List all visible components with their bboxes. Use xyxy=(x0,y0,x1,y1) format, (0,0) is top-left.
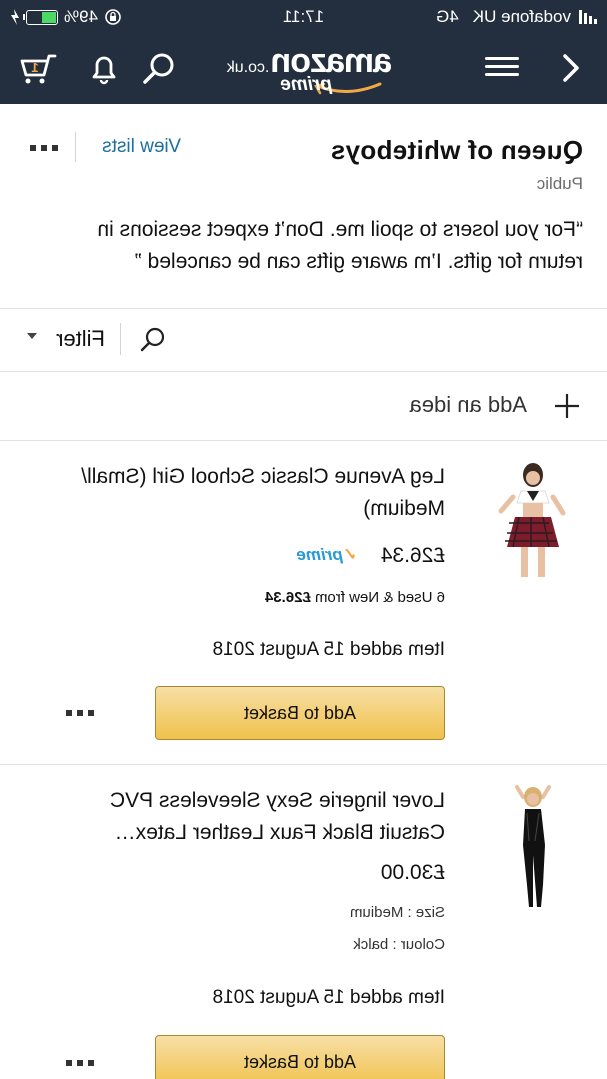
list-description: “For you losers to spoil me. Don’t expec… xyxy=(97,218,583,273)
back-chevron-icon[interactable] xyxy=(549,48,589,88)
item-price: £30.00 xyxy=(380,861,445,884)
filter-dropdown[interactable]: Filter xyxy=(56,326,105,352)
divider xyxy=(120,323,121,355)
list-item: Leg Avenue Classic School Girl (Small/ M… xyxy=(0,441,607,763)
battery-percent: 49% xyxy=(64,7,99,26)
battery-icon xyxy=(26,9,58,25)
offers-price: £26.34 xyxy=(264,589,311,606)
list-privacy: Public xyxy=(536,174,583,193)
caret-down-icon xyxy=(27,333,37,339)
app-header: amazon.co.uk prime 1 xyxy=(0,34,607,104)
divider xyxy=(75,132,76,162)
item-price: £26.34 xyxy=(380,544,445,567)
more-options-icon[interactable] xyxy=(24,139,58,157)
search-icon[interactable] xyxy=(139,48,179,88)
add-idea-row[interactable]: Add an idea xyxy=(0,372,607,441)
prime-check-icon: ✓ xyxy=(342,545,357,564)
filter-bar: Filter xyxy=(0,309,607,372)
item-title[interactable]: Lover lingerie Sexy Sleeveless PVC Catsu… xyxy=(45,785,445,849)
item-title[interactable]: Leg Avenue Classic School Girl (Small/ M… xyxy=(45,461,445,525)
search-list-icon[interactable] xyxy=(139,325,167,353)
clock: 17:11 xyxy=(282,7,325,26)
list-item: Lover lingerie Sexy Sleeveless PVC Catsu… xyxy=(0,765,607,1079)
item-more-options-icon[interactable] xyxy=(60,1054,94,1072)
rotation-lock-icon xyxy=(105,9,121,25)
offers-prefix: 6 Used & New from xyxy=(310,589,445,606)
view-lists-link[interactable]: View lists xyxy=(102,136,181,158)
status-right: 49% xyxy=(10,7,122,27)
screen: vodafone UK 4G 17:11 49% amazon.co.uk pr… xyxy=(0,0,607,1079)
item-size: Size : Medium xyxy=(349,904,445,921)
notifications-bell-icon[interactable] xyxy=(84,48,124,88)
item-date-added: Item added 15 August 2018 xyxy=(212,987,445,1008)
item-colour: Colour : balck xyxy=(353,936,445,953)
list-title: Queen of whiteboys xyxy=(330,135,583,165)
status-bar: vodafone UK 4G 17:11 49% xyxy=(0,0,607,34)
add-idea-label: Add an idea xyxy=(409,392,527,417)
add-to-basket-button[interactable]: Add to Basket xyxy=(155,686,445,740)
plus-icon xyxy=(555,394,579,418)
item-offers[interactable]: 6 Used & New from £26.34 xyxy=(265,589,445,606)
item-date-added: Item added 15 August 2018 xyxy=(212,639,445,660)
product-image[interactable] xyxy=(495,785,567,909)
prime-badge: ✓prime xyxy=(296,545,357,565)
logo-tld: .co.uk xyxy=(226,59,270,76)
prime-label: prime xyxy=(296,545,343,564)
logo-prime: prime xyxy=(280,74,332,95)
amazon-prime-logo[interactable]: amazon.co.uk prime xyxy=(212,42,392,98)
item-more-options-icon[interactable] xyxy=(60,704,94,722)
charging-icon xyxy=(11,9,19,25)
hamburger-menu-icon[interactable] xyxy=(485,52,519,82)
svg-text:1: 1 xyxy=(31,60,38,75)
add-to-basket-button[interactable]: Add to Basket xyxy=(155,1035,445,1079)
product-image[interactable] xyxy=(495,461,567,583)
cart-icon[interactable]: 1 xyxy=(19,48,59,88)
list-header: Queen of whiteboys Public “For you loser… xyxy=(0,104,607,309)
